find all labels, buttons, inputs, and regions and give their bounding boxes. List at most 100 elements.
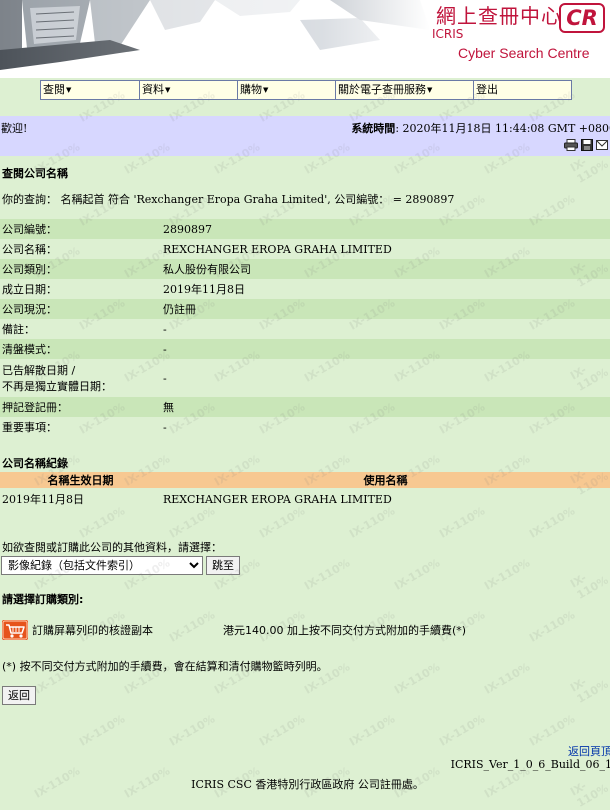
dropdown-arrow-icon: ▼ xyxy=(165,86,171,94)
company-name-value: REXCHANGER EROPA GRAHA LIMITED xyxy=(163,242,392,256)
name-history-title: 公司名稱紀錄 xyxy=(2,457,68,470)
nav-menu-shopping[interactable]: 購物▼ xyxy=(238,81,336,99)
incorporation-date-label: 成立日期： xyxy=(2,283,57,296)
watermark-text: IX-110% xyxy=(301,556,352,593)
dropdown-arrow-icon: ▼ xyxy=(263,86,269,94)
charges-register-label: 押記登記冊： xyxy=(2,401,68,414)
table-header-row: 名稱生效日期 使用名稱 xyxy=(0,472,610,488)
watermark-text: IX-110% xyxy=(436,712,487,749)
go-button[interactable]: 跳至 xyxy=(206,556,240,575)
watermark-text: IX-110% xyxy=(481,660,532,697)
watermark-text: IX-110% xyxy=(481,556,532,593)
main-navigation: 查閱▼ 資料▼ 購物▼ 關於電子查冊服務▼ 登出 xyxy=(40,80,572,100)
incorporation-date-value: 2019年11月8日 xyxy=(163,283,245,296)
nav-label: 購物 xyxy=(240,83,262,96)
charges-register-value: 無 xyxy=(163,401,174,414)
table-row: 重要事項： - xyxy=(0,417,610,437)
query-description: 你的查詢： 名稱起首 符合 'Rexchanger Eropa Graha Li… xyxy=(2,193,455,206)
important-note-label: 重要事項： xyxy=(2,421,57,434)
company-type-value: 私人股份有限公司 xyxy=(163,263,251,276)
winding-up-mode-label: 清盤模式： xyxy=(2,343,57,356)
watermark-text: IX-110% xyxy=(567,675,610,706)
company-info-table: 公司編號： 2890897 公司名稱： REXCHANGER EROPA GRAHA… xyxy=(0,219,610,437)
watermark-text: IX-110% xyxy=(256,712,307,749)
dropdown-arrow-icon: ▼ xyxy=(427,86,433,94)
logo-chinese-text: 網上查冊中心 xyxy=(436,4,562,28)
nav-label: 資料 xyxy=(142,83,164,96)
company-status-value: 仍註冊 xyxy=(163,303,196,316)
name-used-header: 使用名稱 xyxy=(161,472,610,488)
document-type-select[interactable]: 影像紀錄（包括文件索引） xyxy=(1,556,203,575)
remarks-label: 備註： xyxy=(2,323,35,336)
order-item-label[interactable]: 訂購屏幕列印的核證副本 xyxy=(32,622,153,638)
table-row: 清盤模式： - xyxy=(0,339,610,359)
watermark-text: IX-110% xyxy=(391,556,442,593)
company-name-label: 公司名稱： xyxy=(2,243,57,256)
search-section-title: 查閱公司名稱 xyxy=(2,167,68,180)
watermark-text: IX-110% xyxy=(346,712,397,749)
table-row: 押記登記冊： 無 xyxy=(0,397,610,417)
company-number-label: 公司編號： xyxy=(2,223,57,236)
system-time-value: : 2020年11月18日 11:44:08 GMT +0800 xyxy=(395,122,610,135)
email-icon[interactable] xyxy=(596,139,608,151)
remarks-value: - xyxy=(163,322,167,336)
nav-menu-logout[interactable]: 登出 xyxy=(474,81,571,99)
company-type-label: 公司類別： xyxy=(2,263,57,276)
logo-icris-text: ICRIS xyxy=(432,27,464,41)
watermark-text: IX-110% xyxy=(526,608,577,645)
save-icon[interactable] xyxy=(581,139,593,151)
nav-label: 查閱 xyxy=(43,83,65,96)
page-header: 網上查冊中心 CR ICRIS Cyber Search Centre xyxy=(0,0,610,78)
header-banner-image xyxy=(0,0,430,78)
version-text: ICRIS_Ver_1_0_6_Build_06_1 xyxy=(450,758,610,771)
dissolution-date-label-line2: 不再是獨立實體日期： xyxy=(2,380,112,393)
table-row: 公司名稱： REXCHANGER EROPA GRAHA LIMITED xyxy=(0,239,610,259)
table-row: 成立日期： 2019年11月8日 xyxy=(0,279,610,299)
table-row: 2019年11月8日 REXCHANGER EROPA GRAHA LIMITE… xyxy=(0,488,610,510)
dissolution-date-value: - xyxy=(163,371,167,385)
fee-note: (*) 按不同交付方式附加的手續費，會在結算和清付購物籃時列明。 xyxy=(2,660,328,673)
effective-date-header: 名稱生效日期 xyxy=(0,472,161,488)
shopping-cart-icon[interactable] xyxy=(2,620,28,640)
watermark-text: IX-110% xyxy=(166,712,217,749)
order-category-title: 請選擇訂購類別: xyxy=(2,593,84,606)
nav-menu-search[interactable]: 查閱▼ xyxy=(41,81,140,99)
watermark-text: IX-110% xyxy=(391,660,442,697)
dissolution-date-label-line1: 已告解散日期 / xyxy=(2,364,76,377)
dropdown-arrow-icon: ▼ xyxy=(66,86,72,94)
watermark-text: IX-110% xyxy=(76,712,127,749)
more-info-controls: 影像紀錄（包括文件索引） 跳至 xyxy=(1,556,240,575)
more-info-prompt: 如欲查閱或訂購此公司的其他資料，請選擇： xyxy=(2,541,222,554)
nav-menu-info[interactable]: 資料▼ xyxy=(140,81,238,99)
logo-cyber-search-text: Cyber Search Centre xyxy=(458,45,590,61)
company-number-value: 2890897 xyxy=(163,222,212,236)
watermark-text: IX-110% xyxy=(166,608,217,645)
winding-up-mode-value: - xyxy=(163,342,167,356)
watermark-text: IX-110% xyxy=(567,571,610,602)
name-history-table: 名稱生效日期 使用名稱 2019年11月8日 REXCHANGER EROPA … xyxy=(0,472,610,510)
toolbar-icons xyxy=(564,139,608,151)
name-used-cell: REXCHANGER EROPA GRAHA LIMITED xyxy=(163,492,392,506)
welcome-text: 歡迎! xyxy=(1,122,28,135)
order-item-price: 港元140.00 加上按不同交付方式附加的手續費(*) xyxy=(223,624,467,637)
order-item-certified-copy[interactable]: 訂購屏幕列印的核證副本 港元140.00 加上按不同交付方式附加的手續費(*) xyxy=(2,620,466,640)
table-row: 公司現況： 仍註冊 xyxy=(0,299,610,319)
table-row: 公司編號： 2890897 xyxy=(0,219,610,239)
back-button[interactable]: 返回 xyxy=(2,686,36,705)
effective-date-cell: 2019年11月8日 xyxy=(2,493,84,506)
print-icon[interactable] xyxy=(564,139,578,151)
dissolution-date-label: 已告解散日期 / 不再是獨立實體日期： xyxy=(0,359,161,397)
cr-logo: CR xyxy=(559,3,605,33)
table-row: 已告解散日期 / 不再是獨立實體日期： - xyxy=(0,359,610,397)
welcome-bar: 歡迎! 系統時間: 2020年11月18日 11:44:08 GMT +0800 xyxy=(0,116,610,156)
nav-label: 關於電子查冊服務 xyxy=(338,83,426,96)
nav-label: 登出 xyxy=(476,83,498,96)
company-status-label: 公司現況： xyxy=(2,303,57,316)
nav-menu-about[interactable]: 關於電子查冊服務▼ xyxy=(336,81,474,99)
table-row: 備註： - xyxy=(0,319,610,339)
system-time: 系統時間: 2020年11月18日 11:44:08 GMT +0800 xyxy=(351,120,610,136)
table-row: 公司類別： 私人股份有限公司 xyxy=(0,259,610,279)
important-note-value: - xyxy=(163,420,167,434)
back-to-top-link[interactable]: 返回頁頂 xyxy=(568,743,610,759)
system-time-label: 系統時間 xyxy=(351,122,396,135)
